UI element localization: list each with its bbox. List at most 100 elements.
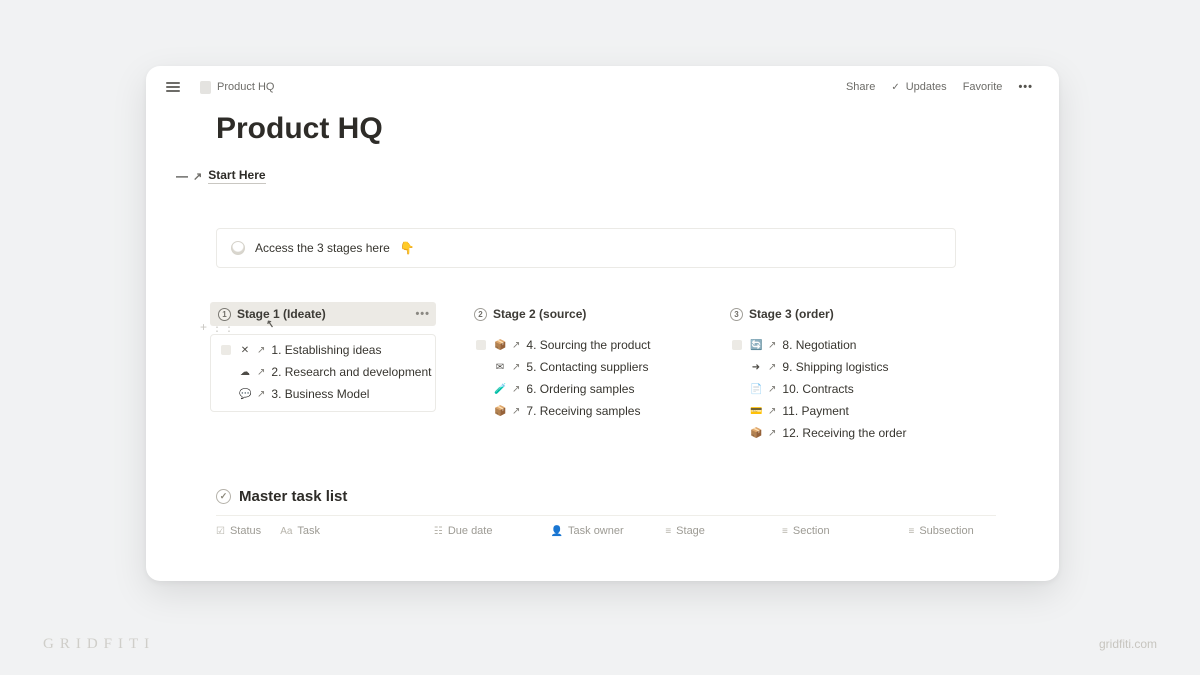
arrow-ne-icon: ↗ <box>257 389 265 400</box>
arrow-ne-icon: ↗ <box>512 362 520 373</box>
stage-column-3: 3 Stage 3 (order) 🔄 ↗ 8. Negotiation ➜ ↗ 9. Shi… <box>722 302 948 444</box>
arrow-ne-icon: ↗ <box>768 362 776 373</box>
item-label: 2. Research and development <box>271 365 431 379</box>
stage-item[interactable]: 📦↗4. Sourcing the product <box>466 334 692 356</box>
item-emoji-icon: ☁ <box>239 367 251 378</box>
updates-check-icon: ✓ <box>891 82 899 93</box>
item-label: 9. Shipping logistics <box>782 360 888 374</box>
item-label: 7. Receiving samples <box>526 404 640 418</box>
stage-item[interactable]: 🔄 ↗ 8. Negotiation <box>722 334 948 356</box>
start-here-link[interactable]: — ↗ Start Here <box>176 168 989 184</box>
item-label: 10. Contracts <box>782 382 853 396</box>
arrow-ne-icon: ↗ <box>768 384 776 395</box>
stage-item[interactable]: 💳 ↗ 11. Payment <box>722 400 948 422</box>
col-status[interactable]: ☑Status <box>216 525 280 537</box>
item-emoji-icon: 💬 <box>239 389 251 400</box>
stage-number-badge: 3 <box>730 308 743 321</box>
arrow-ne-icon: ↗ <box>768 340 776 351</box>
page-icon <box>732 340 742 350</box>
col-stage[interactable]: ≡Stage <box>665 525 782 537</box>
stage-item[interactable]: ➜ ↗ 9. Shipping logistics <box>722 356 948 378</box>
page-body: Product HQ — ↗ Start Here Access the 3 s… <box>146 112 1059 537</box>
col-section[interactable]: ≡Section <box>782 525 908 537</box>
item-emoji-icon: 📦 <box>494 406 506 417</box>
item-label: 4. Sourcing the product <box>526 338 650 352</box>
cursor-icon: ↖ <box>265 318 275 330</box>
updates-button[interactable]: Updates <box>906 81 947 93</box>
item-label: 6. Ordering samples <box>526 382 634 396</box>
item-emoji-icon: 📄 <box>750 384 762 395</box>
arrow-ne-icon: ↗ <box>512 406 520 417</box>
breadcrumb[interactable]: Product HQ <box>217 81 274 93</box>
stage-number-badge: 2 <box>474 308 487 321</box>
add-block-icon[interactable]: + <box>200 320 207 334</box>
arrow-ne-icon: ↗ <box>257 367 265 378</box>
page-icon-small <box>200 81 211 94</box>
select-col-icon: ≡ <box>782 526 788 537</box>
item-label: 8. Negotiation <box>782 338 856 352</box>
arrow-ne-icon: ↗ <box>768 406 776 417</box>
item-label: 5. Contacting suppliers <box>526 360 648 374</box>
master-section: Master task list ☑Status AaTask ☷Due dat… <box>216 488 989 537</box>
stage-item[interactable]: 📦 ↗ 12. Receiving the order <box>722 422 948 444</box>
menu-icon[interactable] <box>166 82 180 92</box>
top-actions: Share ✓ Updates Favorite ••• <box>846 81 1033 93</box>
stage-column-1: 1Stage 1 (Ideate)•••↖✕↗1. Establishing i… <box>210 302 436 444</box>
more-icon[interactable]: ••• <box>1018 81 1033 93</box>
stage-item[interactable]: 🧪↗6. Ordering samples <box>466 378 692 400</box>
stage-header[interactable]: 2 Stage 2 (source) <box>466 302 692 326</box>
stage-number-badge: 1 <box>218 308 231 321</box>
stage-item[interactable]: ✕↗1. Establishing ideas <box>211 339 435 361</box>
stage-item[interactable]: ☁ ↗ 2. Research and development <box>211 361 435 383</box>
item-emoji-icon: 🔄 <box>750 340 762 351</box>
arrow-ne-icon: ↗ <box>768 428 776 439</box>
callout-block[interactable]: Access the 3 stages here 👇 <box>216 228 956 268</box>
item-emoji-icon: ➜ <box>750 362 762 373</box>
stage-header[interactable]: 3 Stage 3 (order) <box>722 302 948 326</box>
dash-icon: — <box>176 169 187 183</box>
stage-label: Stage 1 (Ideate) <box>237 307 326 321</box>
item-label: 12. Receiving the order <box>782 426 906 440</box>
favorite-button[interactable]: Favorite <box>963 81 1003 93</box>
master-title-row[interactable]: Master task list <box>216 488 989 505</box>
select-col-icon: ≡ <box>665 526 671 537</box>
stages-row: 1 Stage 1 (Ideate) ••• ↖ ✕ ↗ 1. Establishing i… <box>216 302 989 444</box>
item-emoji-icon: 💳 <box>750 406 762 417</box>
item-label: 1. Establishing ideas <box>271 343 381 357</box>
row-more-icon[interactable]: ••• <box>415 308 430 320</box>
share-button[interactable]: Share <box>846 81 875 93</box>
watermark-right: gridfiti.com <box>1099 637 1157 651</box>
app-window: Product HQ Share ✓ Updates Favorite ••• … <box>146 66 1059 581</box>
watermark-left: GRIDFITI <box>43 636 155 653</box>
item-label: 11. Payment <box>782 404 848 418</box>
page-icon <box>476 340 486 350</box>
stage-item[interactable]: 📦 ↗ 7. Receiving samples <box>466 400 692 422</box>
person-col-icon: 👤 <box>551 526 563 537</box>
select-col-icon: ≡ <box>908 526 914 537</box>
stage-items: 📦↗4. Sourcing the product✉↗5. Contacting… <box>466 334 692 422</box>
item-emoji-icon: 📦 <box>494 340 506 351</box>
table-columns: ☑Status AaTask ☷Due date 👤Task owner ≡St… <box>216 515 996 537</box>
stage-item[interactable]: 💬↗3. Business Model <box>211 383 435 405</box>
page-icon <box>221 345 231 355</box>
col-due-date[interactable]: ☷Due date <box>434 525 551 537</box>
page-title: Product HQ <box>216 112 989 146</box>
stage-label: Stage 3 (order) <box>749 307 834 321</box>
start-here-label: Start Here <box>208 168 265 184</box>
stage-item[interactable]: 📄 ↗ 10. Contracts <box>722 378 948 400</box>
status-col-icon: ☑ <box>216 526 225 537</box>
stage-column-2: 2Stage 2 (source)📦↗4. Sourcing the produ… <box>466 302 692 444</box>
item-emoji-icon: 🧪 <box>494 384 506 395</box>
item-emoji-icon: 📦 <box>750 428 762 439</box>
stage-header[interactable]: 1Stage 1 (Ideate)•••↖ <box>210 302 436 326</box>
col-subsection[interactable]: ≡Subsection <box>908 525 996 537</box>
master-title: Master task list <box>239 488 347 505</box>
stage-items: ✕↗1. Establishing ideas☁↗2. Research and… <box>210 334 436 412</box>
check-circle-icon <box>216 489 231 504</box>
col-task[interactable]: AaTask <box>280 525 434 537</box>
item-emoji-icon: ✕ <box>239 345 251 356</box>
col-owner[interactable]: 👤Task owner <box>551 525 666 537</box>
stage-label: Stage 2 (source) <box>493 307 586 321</box>
point-down-icon: 👇 <box>400 241 415 255</box>
stage-item[interactable]: ✉↗5. Contacting suppliers <box>466 356 692 378</box>
